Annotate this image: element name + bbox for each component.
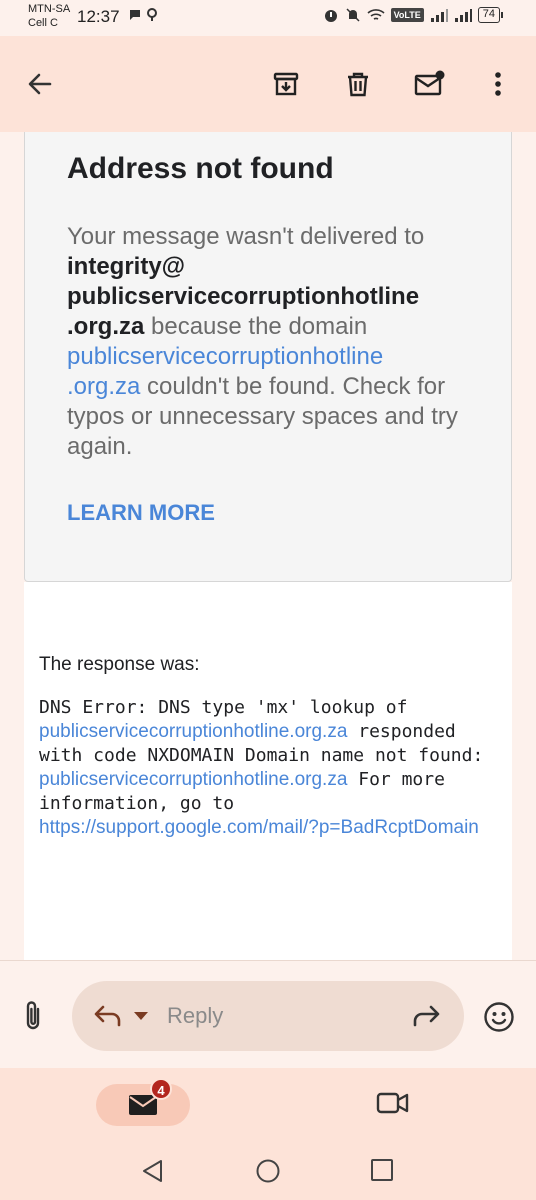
mark-unread-button[interactable] bbox=[410, 64, 450, 104]
learn-more-link[interactable]: LEARN MORE bbox=[67, 500, 215, 526]
video-camera-icon bbox=[376, 1092, 409, 1114]
signal-icon-2 bbox=[454, 9, 472, 22]
reply-icon[interactable] bbox=[92, 1003, 122, 1029]
nav-back-icon[interactable] bbox=[140, 1158, 166, 1184]
alarm-icon bbox=[324, 10, 337, 22]
attach-button[interactable] bbox=[18, 999, 48, 1038]
body-prefix: Your message wasn't delivered to bbox=[67, 223, 425, 250]
archive-button[interactable] bbox=[266, 64, 306, 104]
trash-icon bbox=[348, 72, 368, 97]
archive-icon bbox=[273, 72, 299, 96]
paperclip-icon bbox=[26, 1001, 40, 1030]
signal-icon bbox=[430, 9, 448, 22]
arrow-left-icon bbox=[28, 73, 52, 95]
more-options-button[interactable] bbox=[478, 64, 518, 104]
bottom-navigation: 4 bbox=[0, 1068, 536, 1140]
meet-tab[interactable] bbox=[376, 1090, 410, 1121]
recipient-line-1: integrity@ bbox=[67, 253, 186, 280]
volte-badge: VoLTE bbox=[390, 8, 424, 22]
body-mid: because the domain bbox=[144, 313, 368, 340]
status-indicators: VoLTE 74 bbox=[323, 7, 504, 23]
carrier-primary: MTN-SA bbox=[28, 3, 71, 15]
chat-bubble-icon bbox=[130, 10, 140, 20]
carrier-secondary: Cell C bbox=[28, 17, 58, 29]
smiley-icon bbox=[484, 1002, 514, 1032]
mail-unread-icon bbox=[414, 70, 445, 96]
bounce-body: Your message wasn't delivered to integri… bbox=[67, 222, 487, 462]
carrier-labels: MTN-SA Cell C bbox=[28, 2, 70, 30]
status-time: 12:37 bbox=[77, 7, 120, 26]
mail-badge: 4 bbox=[150, 1078, 172, 1100]
dns-domain-link-1[interactable]: publicservicecorruptionhotline.org.za bbox=[39, 721, 347, 742]
dns-domain-link-2[interactable]: publicservicecorruptionhotline.org.za bbox=[39, 769, 347, 790]
bounce-card: Address not found Your message wasn't de… bbox=[24, 132, 512, 582]
dns-text-1: DNS Error: DNS type 'mx' lookup of bbox=[39, 697, 408, 718]
recipient-line-3: .org.za bbox=[67, 313, 145, 340]
wifi-icon bbox=[367, 9, 385, 20]
message-content: Address not found Your message wasn't de… bbox=[0, 132, 536, 960]
notification-icons bbox=[128, 8, 158, 22]
emoji-button[interactable] bbox=[483, 1001, 515, 1038]
reply-bar: Reply bbox=[0, 960, 536, 1068]
chevron-down-icon[interactable] bbox=[134, 1012, 148, 1020]
battery-indicator: 74 bbox=[477, 7, 504, 23]
nav-home-icon[interactable] bbox=[255, 1158, 281, 1184]
domain-link-1[interactable]: publicservicecorruptionhotline bbox=[67, 343, 383, 370]
domain-link-2[interactable]: .org.za bbox=[67, 373, 140, 400]
nav-recents-icon[interactable] bbox=[370, 1158, 394, 1182]
bounce-title: Address not found bbox=[67, 152, 334, 185]
more-vert-icon bbox=[495, 72, 501, 96]
reply-field[interactable]: Reply bbox=[72, 981, 464, 1051]
message-toolbar bbox=[0, 36, 536, 132]
response-label: The response was: bbox=[39, 654, 200, 675]
location-pin-icon bbox=[147, 8, 157, 21]
status-bar: MTN-SA Cell C 12:37 VoLTE 74 bbox=[0, 0, 536, 36]
support-link[interactable]: https://support.google.com/mail/?p=BadRc… bbox=[39, 817, 479, 838]
system-navigation bbox=[0, 1140, 536, 1200]
dns-error-text: DNS Error: DNS type 'mx' lookup of publi… bbox=[39, 696, 499, 840]
forward-icon[interactable] bbox=[412, 1003, 442, 1029]
back-button[interactable] bbox=[20, 64, 60, 104]
mail-tab[interactable] bbox=[96, 1084, 190, 1126]
mute-icon bbox=[346, 8, 360, 22]
reply-label: Reply bbox=[167, 1003, 224, 1028]
response-section: The response was: DNS Error: DNS type 'm… bbox=[24, 582, 512, 960]
recipient-line-2: publicservicecorruptionhotline bbox=[67, 283, 420, 310]
delete-button[interactable] bbox=[338, 64, 378, 104]
